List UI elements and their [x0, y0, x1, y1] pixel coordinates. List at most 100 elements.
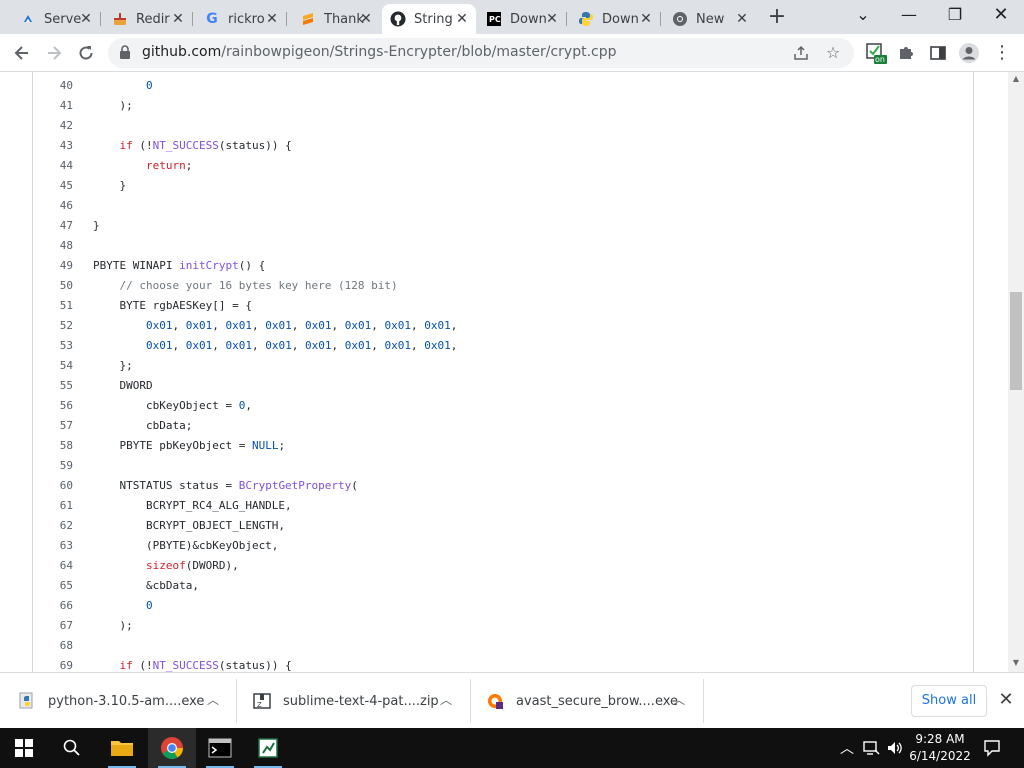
download-item[interactable]: python-3.10.5-am....exe ︿: [18, 673, 234, 729]
chevron-up-icon[interactable]: ︿: [670, 691, 688, 709]
scroll-up-arrow-icon[interactable]: ▲: [1008, 72, 1024, 86]
reload-button[interactable]: [72, 39, 100, 67]
profile-avatar-icon[interactable]: [955, 39, 983, 67]
line-number[interactable]: 57: [33, 416, 73, 436]
code-line: 43 if (!NT_SUCCESS(status)) {: [33, 136, 973, 156]
tab-search-button[interactable]: ⌄: [840, 0, 886, 30]
search-icon[interactable]: [48, 728, 96, 768]
code-text: cbData;: [93, 419, 193, 432]
menu-kebab-icon[interactable]: ⋮: [988, 39, 1016, 67]
terminal-icon[interactable]: [196, 728, 244, 768]
page-scrollbar[interactable]: ▲ ▼: [1008, 72, 1024, 672]
sublime-icon: [300, 11, 316, 27]
minimize-button[interactable]: —: [886, 0, 932, 30]
start-button[interactable]: [0, 728, 48, 768]
line-number[interactable]: 45: [33, 176, 73, 196]
tab-0[interactable]: Serve ✕: [12, 4, 101, 34]
line-number[interactable]: 44: [33, 156, 73, 176]
line-number[interactable]: 67: [33, 616, 73, 636]
bookmark-star-icon[interactable]: ☆: [822, 42, 844, 64]
browser-toolbar: github.com/rainbowpigeon/Strings-Encrypt…: [0, 34, 1024, 72]
close-window-button[interactable]: ✕: [978, 0, 1024, 30]
restore-button[interactable]: ❐: [932, 0, 978, 30]
line-number[interactable]: 49: [33, 256, 73, 276]
lock-icon[interactable]: [118, 44, 134, 62]
line-number[interactable]: 51: [33, 296, 73, 316]
line-number[interactable]: 50: [33, 276, 73, 296]
show-all-button[interactable]: Show all: [911, 685, 987, 717]
line-number[interactable]: 40: [33, 76, 73, 96]
tab-5[interactable]: PC Down ✕: [478, 4, 567, 34]
line-number[interactable]: 61: [33, 496, 73, 516]
code-text: PBYTE pbKeyObject = NULL;: [93, 439, 286, 452]
show-hidden-icons-chevron-icon[interactable]: ︿: [838, 728, 856, 768]
file-explorer-icon[interactable]: [98, 728, 146, 768]
download-item[interactable]: Z sublime-text-4-pat....zip ︿: [253, 673, 469, 729]
close-icon[interactable]: ✕: [638, 11, 654, 27]
line-number[interactable]: 58: [33, 436, 73, 456]
close-icon[interactable]: ✕: [358, 11, 374, 27]
chrome-taskbar-icon[interactable]: [148, 728, 196, 768]
line-number[interactable]: 52: [33, 316, 73, 336]
line-number[interactable]: 59: [33, 456, 73, 476]
code-text: 0x01, 0x01, 0x01, 0x01, 0x01, 0x01, 0x01…: [145, 319, 458, 332]
side-panel-icon[interactable]: [924, 39, 952, 67]
line-number[interactable]: 66: [33, 596, 73, 616]
extension-button[interactable]: on: [862, 39, 890, 67]
line-number[interactable]: 64: [33, 556, 73, 576]
line-number[interactable]: 42: [33, 116, 73, 136]
volume-icon[interactable]: [884, 728, 906, 768]
line-number[interactable]: 54: [33, 356, 73, 376]
line-number[interactable]: 68: [33, 636, 73, 656]
network-icon[interactable]: [860, 728, 882, 768]
code-text: 0: [145, 79, 153, 92]
line-number[interactable]: 47: [33, 216, 73, 236]
line-number[interactable]: 65: [33, 576, 73, 596]
code-text: }: [93, 219, 100, 232]
extensions-puzzle-icon[interactable]: [892, 39, 920, 67]
code-text: DWORD: [93, 379, 153, 392]
tab-3[interactable]: Thank ✕: [292, 4, 380, 34]
close-icon[interactable]: ✕: [544, 11, 560, 27]
tab-7[interactable]: New ✕: [664, 4, 756, 34]
notification-center-icon[interactable]: [980, 728, 1004, 768]
line-number[interactable]: 43: [33, 136, 73, 156]
close-icon[interactable]: ✕: [78, 11, 94, 27]
tab-4[interactable]: String ✕: [382, 4, 476, 34]
line-number[interactable]: 60: [33, 476, 73, 496]
chevron-up-icon[interactable]: ︿: [204, 691, 222, 709]
line-number[interactable]: 48: [33, 236, 73, 256]
tab-6[interactable]: Down ✕: [570, 4, 661, 34]
avast-installer-icon: [486, 692, 504, 710]
spreadsheet-app-icon[interactable]: [244, 728, 292, 768]
download-item[interactable]: avast_secure_brow....exe ︿: [486, 673, 702, 729]
forward-button[interactable]: [40, 39, 68, 67]
taskbar-clock[interactable]: 9:28 AM 6/14/2022: [904, 731, 976, 765]
line-number[interactable]: 69: [33, 656, 73, 672]
code-text: if (!NT_SUCCESS(status)) {: [119, 659, 292, 672]
chrome-icon: [672, 11, 688, 27]
line-number[interactable]: 62: [33, 516, 73, 536]
line-number[interactable]: 46: [33, 196, 73, 216]
address-bar[interactable]: github.com/rainbowpigeon/Strings-Encrypt…: [108, 38, 854, 68]
close-icon[interactable]: ✕: [170, 11, 186, 27]
line-number[interactable]: 56: [33, 396, 73, 416]
url-text[interactable]: github.com/rainbowpigeon/Strings-Encrypt…: [142, 44, 617, 60]
tab-1[interactable]: Redir ✕: [104, 4, 193, 34]
new-tab-button[interactable]: +: [764, 6, 790, 30]
line-number[interactable]: 53: [33, 336, 73, 356]
tab-title: rickro: [228, 11, 265, 27]
tab-2[interactable]: G rickro ✕: [196, 4, 287, 34]
scroll-thumb[interactable]: [1010, 292, 1022, 390]
close-icon[interactable]: ✕: [454, 11, 470, 27]
close-download-bar-icon[interactable]: ✕: [996, 689, 1016, 711]
line-number[interactable]: 55: [33, 376, 73, 396]
chevron-up-icon[interactable]: ︿: [437, 691, 455, 709]
share-icon[interactable]: [790, 42, 812, 64]
back-button[interactable]: [8, 39, 36, 67]
line-number[interactable]: 63: [33, 536, 73, 556]
scroll-down-arrow-icon[interactable]: ▼: [1008, 656, 1024, 670]
close-icon[interactable]: ✕: [264, 11, 280, 27]
line-number[interactable]: 41: [33, 96, 73, 116]
close-icon[interactable]: ✕: [734, 11, 750, 27]
